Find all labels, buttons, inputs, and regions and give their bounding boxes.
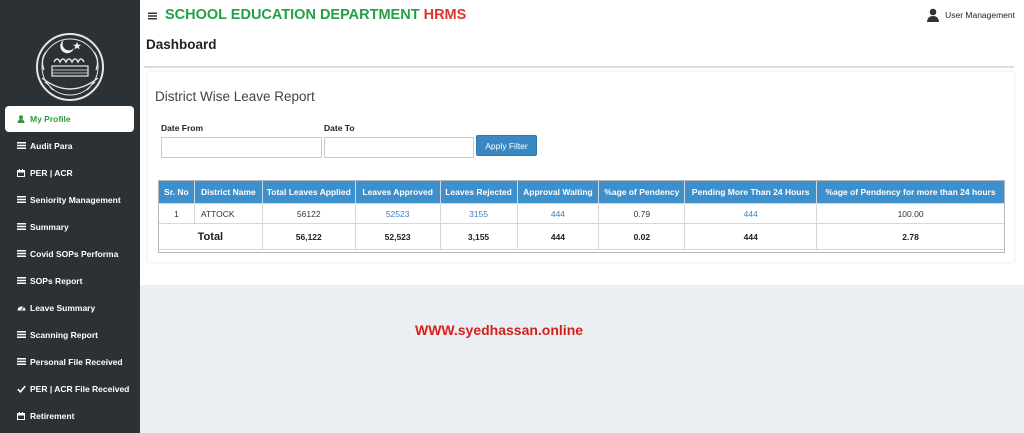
brand-main: SCHOOL EDUCATION DEPARTMENT: [165, 7, 420, 23]
sidebar-item-covid-sops-performa[interactable]: Covid SOPs Performa: [0, 240, 140, 267]
watermark-text: WWW.syedhassan.online: [415, 322, 584, 338]
column-header[interactable]: Pending More Than 24 Hours: [684, 180, 818, 204]
apply-filter-button[interactable]: Apply Filter: [476, 135, 537, 156]
sidebar-item-label: Audit Para: [30, 140, 73, 151]
table-row: 1 ATTOCK 56122 52523 3155 444 0.79 444 1…: [158, 203, 1005, 224]
cell-pendency-24h-percentage: 100.00: [816, 203, 1005, 224]
list-icon: [16, 223, 26, 230]
column-header[interactable]: District Name: [193, 180, 263, 204]
sidebar-item-personal-file-received[interactable]: Personal File Received: [0, 348, 140, 375]
cell-pendency-percentage: 0.79: [598, 203, 686, 224]
calendar-icon: [16, 168, 26, 177]
sidebar-item-label: My Profile: [30, 114, 71, 124]
column-header[interactable]: Sr. No: [158, 180, 195, 204]
table-total-row: Total 56,122 52,523 3,155 444 0.02 444 2…: [158, 223, 1005, 250]
sidebar-item-sops-report[interactable]: SOPs Report: [0, 267, 140, 294]
app-brand: SCHOOL EDUCATION DEPARTMENT HRMS: [165, 7, 466, 23]
sidebar-item-label: SOPs Report: [30, 275, 83, 286]
total-leaves-rejected: 3,155: [439, 223, 518, 250]
leaves-approved-link[interactable]: 52523: [354, 203, 441, 224]
leave-report-table: Sr. No District Name Total Leaves Applie…: [158, 180, 1005, 250]
total-pendency-24h-percentage: 2.78: [816, 223, 1005, 250]
page-title: Dashboard: [146, 37, 217, 52]
column-header[interactable]: Leaves Rejected: [439, 180, 518, 204]
leaves-rejected-link[interactable]: 3155: [439, 203, 518, 224]
total-leaves-approved: 52,523: [354, 223, 441, 250]
cell-district-name: ATTOCK: [193, 203, 263, 224]
cell-total-leaves-applied: 56122: [261, 203, 356, 224]
check-icon: [16, 385, 26, 393]
sidebar-item-label: Scanning Report: [30, 329, 99, 340]
sidebar-item-scanning-report[interactable]: Scanning Report: [0, 321, 140, 348]
leave-report-card: District Wise Leave Report Date From Dat…: [148, 72, 1014, 262]
hamburger-menu-icon[interactable]: [148, 9, 157, 23]
column-header[interactable]: Approval Waiting: [516, 180, 600, 204]
list-icon: [16, 142, 26, 149]
total-leaves-applied: 56,122: [261, 223, 356, 250]
divider: [144, 66, 1014, 68]
sidebar-item-label: Covid SOPs Performa: [30, 248, 119, 259]
column-header[interactable]: Total Leaves Applied: [261, 180, 356, 204]
brand-suffix: HRMS: [423, 7, 467, 23]
dashboard-icon: [16, 304, 26, 311]
cell-sr-no: 1: [158, 203, 195, 224]
pending-more-than-24-hours-link[interactable]: 444: [684, 203, 818, 224]
user-management-menu[interactable]: User Management: [926, 8, 1015, 22]
sidebar-item-summary[interactable]: Summary: [0, 213, 140, 240]
sidebar-item-label: Personal File Received: [30, 356, 123, 367]
total-approval-waiting: 444: [516, 223, 600, 250]
user-avatar-icon: [926, 8, 940, 22]
sidebar-item-label: Leave Summary: [30, 302, 96, 313]
approval-waiting-link[interactable]: 444: [516, 203, 600, 224]
sidebar-item-leave-summary[interactable]: Leave Summary: [0, 294, 140, 321]
sidebar-item-my-profile[interactable]: My Profile: [5, 106, 134, 132]
calendar-icon: [16, 411, 26, 420]
list-icon: [16, 358, 26, 365]
top-header: SCHOOL EDUCATION DEPARTMENT HRMS User Ma…: [140, 0, 1024, 32]
column-header[interactable]: %age of Pendency for more than 24 hours: [816, 180, 1005, 204]
date-from-label: Date From: [161, 123, 204, 133]
sidebar: My Profile Audit Para PER | ACR Seniorit…: [0, 0, 140, 433]
sidebar-item-label: Summary: [30, 221, 69, 232]
sidebar-nav: My Profile Audit Para PER | ACR Seniorit…: [0, 106, 140, 429]
date-from-input[interactable]: [161, 137, 322, 158]
sidebar-item-seniority-management[interactable]: Seniority Management: [0, 186, 140, 213]
list-icon: [16, 331, 26, 338]
sidebar-item-retirement[interactable]: Retirement: [0, 402, 140, 429]
total-pending-more-than-24-hours: 444: [684, 223, 818, 250]
sidebar-item-per-acr-file-received[interactable]: PER | ACR File Received: [0, 375, 140, 402]
column-header[interactable]: Leaves Approved: [354, 180, 441, 204]
table-header-row: Sr. No District Name Total Leaves Applie…: [158, 180, 1005, 204]
list-icon: [16, 277, 26, 284]
total-label: Total: [158, 223, 263, 250]
date-to-input[interactable]: [324, 137, 474, 158]
sidebar-item-label: Seniority Management: [30, 194, 121, 205]
sidebar-item-label: PER | ACR: [30, 167, 73, 178]
sidebar-item-label: PER | ACR File Received: [30, 383, 130, 394]
report-title: District Wise Leave Report: [155, 89, 315, 104]
sidebar-item-audit-para[interactable]: Audit Para: [0, 132, 140, 159]
sidebar-item-per-acr[interactable]: PER | ACR: [0, 159, 140, 186]
punjab-logo: [30, 32, 110, 102]
column-header[interactable]: %age of Pendency: [598, 180, 686, 204]
sidebar-item-label: Retirement: [30, 410, 75, 421]
user-icon: [16, 115, 26, 123]
list-icon: [16, 196, 26, 203]
list-icon: [16, 250, 26, 257]
total-pendency-percentage: 0.02: [598, 223, 686, 250]
user-management-label: User Management: [945, 10, 1015, 20]
date-to-label: Date To: [324, 123, 355, 133]
